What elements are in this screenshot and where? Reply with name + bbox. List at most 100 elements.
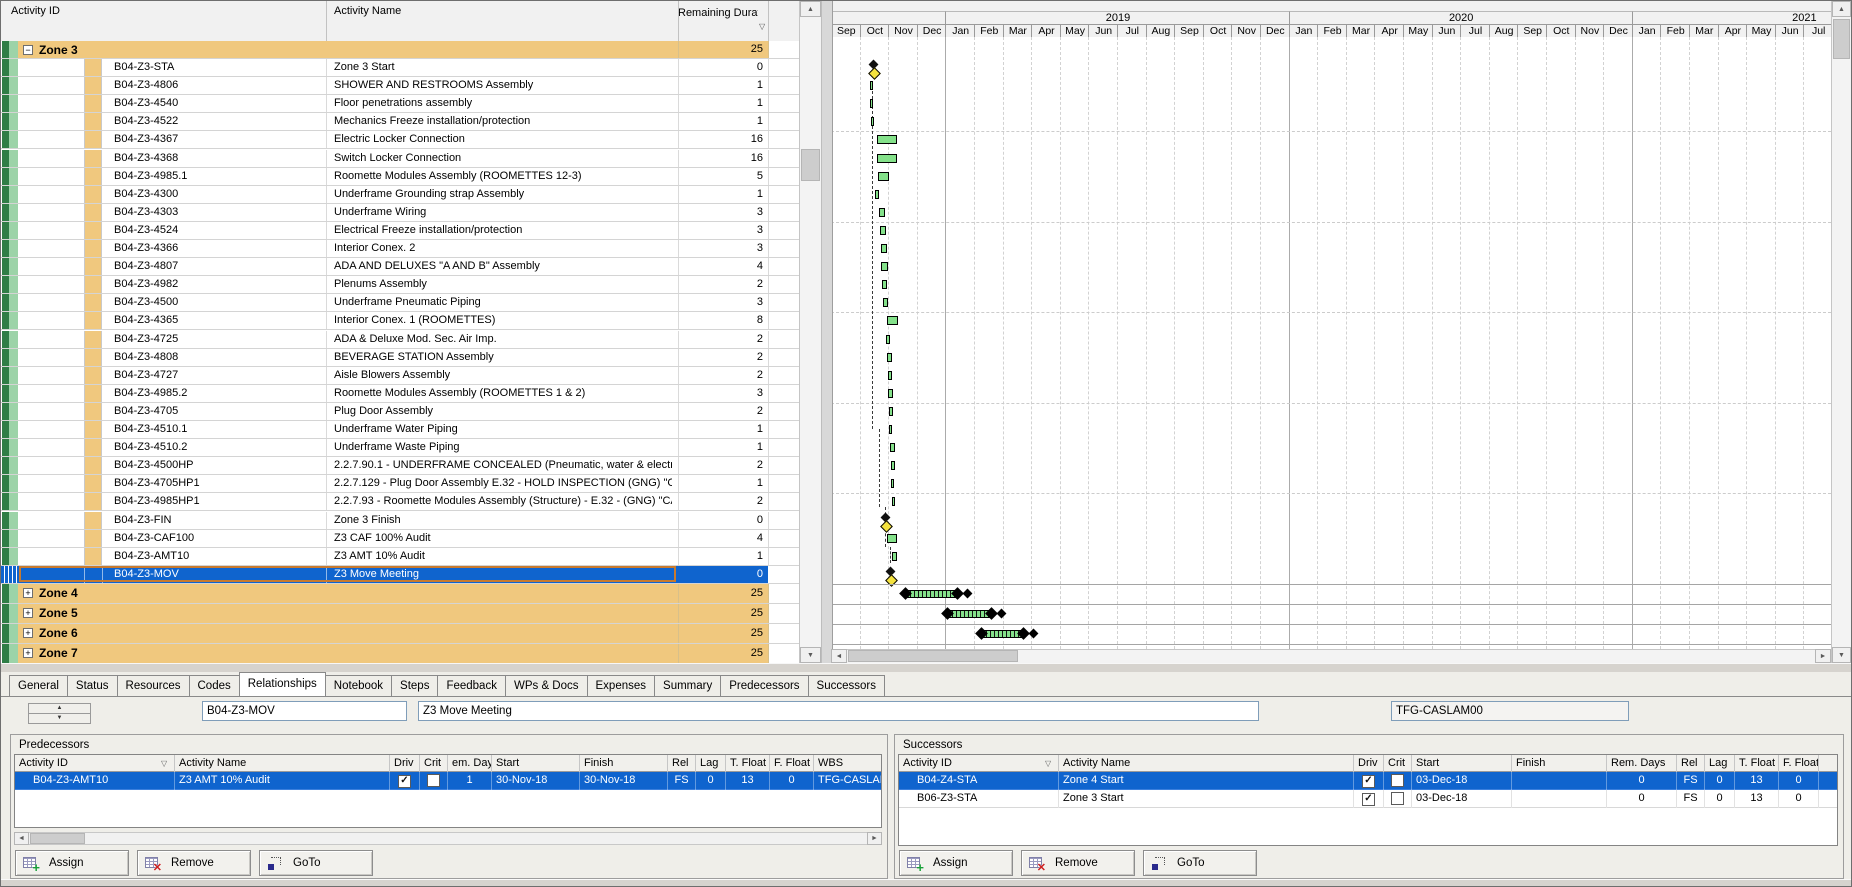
column-header-activity-name[interactable]: Activity Name [334, 5, 401, 17]
table-row[interactable]: B04-Z3-4705Plug Door Assembly2 [1, 403, 799, 421]
table-row[interactable]: B04-Z3-4522Mechanics Freeze installation… [1, 113, 799, 131]
group-band-row[interactable]: +Zone 625 [1, 624, 799, 644]
table-row[interactable]: B04-Z3-4985.1Roomette Modules Assembly (… [1, 168, 799, 186]
group-band-row[interactable]: +Zone 525 [1, 604, 799, 624]
table-row[interactable]: B04-Z3-4510.2Underframe Waste Piping1 [1, 439, 799, 457]
gantt-task-bar[interactable] [875, 190, 879, 199]
column-header-ff[interactable]: F. Float [770, 755, 814, 772]
milestone-diamond-baseline[interactable] [868, 67, 881, 80]
column-header-rel[interactable]: Rel [1677, 755, 1705, 772]
table-row[interactable]: B04-Z3-4366Interior Conex. 23 [1, 240, 799, 258]
table-row[interactable]: B04-Z3-4365Interior Conex. 1 (ROOMETTES)… [1, 312, 799, 330]
collapse-box-icon[interactable]: − [23, 45, 33, 55]
tab-predecessors[interactable]: Predecessors [720, 675, 808, 696]
column-header-id[interactable]: Activity ID [899, 755, 1059, 772]
tab-wps-docs[interactable]: WPs & Docs [505, 675, 588, 696]
gantt-vscrollbar[interactable] [1831, 1, 1852, 663]
scroll-right-button[interactable]: ► [867, 832, 882, 845]
table-row[interactable]: B04-Z3-4510.1Underframe Water Piping1 [1, 421, 799, 439]
table-row[interactable]: B04-Z3-4500HP2.2.7.90.1 - UNDERFRAME CON… [1, 457, 799, 475]
column-header-name[interactable]: Activity Name [1059, 755, 1354, 772]
predecessors-remove-button[interactable]: ✕Remove [137, 850, 251, 876]
activity-name-field[interactable] [418, 701, 1259, 721]
gantt-task-bar[interactable] [877, 154, 897, 163]
tab-feedback[interactable]: Feedback [437, 675, 506, 696]
table-row[interactable]: B04-Z3-FINZone 3 Finish0 [1, 512, 799, 530]
predecessors-goto-button[interactable]: GoTo [259, 850, 373, 876]
tab-notebook[interactable]: Notebook [325, 675, 392, 696]
scroll-left-button[interactable]: ◄ [14, 832, 29, 845]
table-row[interactable]: B04-Z3-4806SHOWER AND RESTROOMS Assembly… [1, 77, 799, 95]
column-header-remaining-duration[interactable]: Remaining Duration [678, 7, 758, 20]
tab-status[interactable]: Status [67, 675, 118, 696]
column-header-finish[interactable]: Finish [580, 755, 668, 772]
spin-down-button[interactable]: ▼ [28, 713, 91, 724]
driv-checkbox[interactable]: ✓ [398, 775, 411, 788]
gantt-task-bar[interactable] [888, 389, 893, 398]
gantt-task-bar[interactable] [871, 117, 874, 126]
tab-steps[interactable]: Steps [391, 675, 438, 696]
gantt-task-bar[interactable] [880, 226, 886, 235]
crit-checkbox[interactable] [1391, 774, 1404, 787]
column-header-ff[interactable]: F. Float [1779, 755, 1819, 772]
vertical-splitter[interactable] [821, 1, 833, 663]
gantt-task-bar[interactable] [877, 135, 897, 144]
group-band-row[interactable]: +Zone 725 [1, 644, 799, 664]
crit-checkbox[interactable] [1391, 792, 1404, 805]
column-header-finish[interactable]: Finish [1512, 755, 1607, 772]
milestone-diamond-baseline[interactable] [880, 520, 893, 533]
expand-box-icon[interactable]: + [23, 648, 33, 658]
table-row[interactable]: B04-Z3-4500Underframe Pneumatic Piping3 [1, 294, 799, 312]
table-row[interactable]: B04-Z3-4540Floor penetrations assembly1 [1, 95, 799, 113]
predecessors-hscrollbar[interactable] [14, 832, 882, 845]
table-row[interactable]: B04-Z3-STAZone 3 Start0 [1, 59, 799, 77]
successors-assign-button[interactable]: +Assign [899, 850, 1013, 876]
driv-checkbox[interactable]: ✓ [1362, 775, 1375, 788]
table-row[interactable]: B04-Z3-4985.2Roomette Modules Assembly (… [1, 385, 799, 403]
gantt-task-bar[interactable] [883, 298, 888, 307]
expand-box-icon[interactable]: + [23, 628, 33, 638]
gantt-task-bar[interactable] [887, 534, 897, 543]
scroll-down-button[interactable]: ▼ [800, 647, 821, 663]
gantt-task-bar[interactable] [890, 443, 895, 452]
scroll-thumb[interactable] [1833, 19, 1850, 59]
column-header-crit[interactable]: Crit [420, 755, 448, 772]
column-header-wbs[interactable]: WBS [814, 755, 882, 772]
column-header-id[interactable]: Activity ID [15, 755, 175, 772]
gantt-task-bar[interactable] [889, 407, 893, 416]
tab-relationships[interactable]: Relationships [239, 672, 326, 696]
gantt-task-bar[interactable] [892, 552, 897, 561]
tab-summary[interactable]: Summary [654, 675, 721, 696]
successors-remove-button[interactable]: ✕Remove [1021, 850, 1135, 876]
gantt-task-bar[interactable] [882, 280, 887, 289]
relationship-row[interactable]: B06-Z3-STAZone 3 Start✓03-Dec-180FS0130 [899, 790, 1837, 808]
scroll-thumb[interactable] [848, 650, 1018, 662]
table-row[interactable]: B04-Z3-4808BEVERAGE STATION Assembly2 [1, 349, 799, 367]
column-header-start[interactable]: Start [492, 755, 580, 772]
column-header-rem[interactable]: em. Day [448, 755, 492, 772]
column-header-tf[interactable]: T. Float [726, 755, 770, 772]
scroll-thumb[interactable] [801, 149, 820, 181]
column-header-lag[interactable]: Lag [1705, 755, 1735, 772]
table-row[interactable]: B04-Z3-4807ADA AND DELUXES "A AND B" Ass… [1, 258, 799, 276]
gantt-task-bar[interactable] [879, 208, 885, 217]
tab-successors[interactable]: Successors [808, 675, 885, 696]
column-header-start[interactable]: Start [1412, 755, 1512, 772]
predecessors-assign-button[interactable]: +Assign [15, 850, 129, 876]
driv-checkbox[interactable]: ✓ [1362, 793, 1375, 806]
gantt-task-bar[interactable] [891, 461, 895, 470]
scroll-down-button[interactable]: ▼ [1832, 647, 1851, 663]
expand-box-icon[interactable]: + [23, 588, 33, 598]
relationship-row[interactable]: B04-Z3-AMT10Z3 AMT 10% Audit✓130-Nov-183… [15, 772, 881, 790]
gantt-task-bar[interactable] [887, 353, 892, 362]
tab-resources[interactable]: Resources [117, 675, 190, 696]
column-header-name[interactable]: Activity Name [175, 755, 390, 772]
table-row[interactable]: B04-Z3-4303Underframe Wiring3 [1, 204, 799, 222]
activity-id-field[interactable] [202, 701, 407, 721]
column-header-tf[interactable]: T. Float [1735, 755, 1779, 772]
gantt-task-bar[interactable] [891, 479, 894, 488]
gantt-task-bar[interactable] [870, 81, 873, 90]
gantt-task-bar[interactable] [889, 425, 892, 434]
scroll-right-button[interactable]: ► [1815, 649, 1831, 663]
gantt-summary-bar[interactable] [906, 590, 958, 598]
